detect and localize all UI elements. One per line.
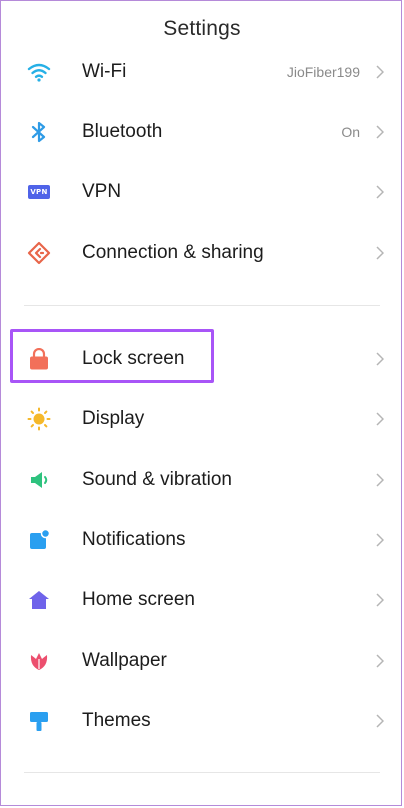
chevron-right-icon <box>374 124 386 140</box>
settings-item-label: Home screen <box>82 589 195 610</box>
settings-item-vpn[interactable]: VPN VPN <box>0 164 404 220</box>
chevron-right-icon <box>374 653 386 669</box>
chevron-right-icon <box>374 472 386 488</box>
settings-item-themes[interactable]: Themes <box>0 693 404 749</box>
notification-icon <box>26 527 52 553</box>
settings-item-label: Wi-Fi <box>82 61 127 82</box>
lock-screen-highlight-box <box>10 329 214 383</box>
section-divider <box>24 305 380 306</box>
settings-item-display[interactable]: Display <box>0 391 404 447</box>
wifi-network-name: JioFiber199 <box>286 64 360 80</box>
settings-item-wifi[interactable]: Wi-Fi JioFiber199 <box>0 44 404 100</box>
settings-item-connection-sharing[interactable]: Connection & sharing <box>0 225 404 281</box>
settings-item-label: Display <box>82 408 145 429</box>
settings-item-label: Bluetooth <box>82 121 163 142</box>
chevron-right-icon <box>374 184 386 200</box>
home-icon <box>26 587 52 613</box>
connection-sharing-icon <box>26 240 52 266</box>
settings-item-bluetooth[interactable]: Bluetooth On <box>0 104 404 160</box>
page-title: Settings <box>163 17 241 40</box>
bluetooth-status: On <box>341 124 360 140</box>
settings-item-label: Themes <box>82 710 151 731</box>
bluetooth-icon <box>26 119 52 145</box>
chevron-right-icon <box>374 351 386 367</box>
settings-item-label: Sound & vibration <box>82 469 232 490</box>
settings-item-notifications[interactable]: Notifications <box>0 512 404 568</box>
tulip-icon <box>26 648 52 674</box>
settings-item-label: Connection & sharing <box>82 242 264 263</box>
section-divider <box>24 772 380 773</box>
chevron-right-icon <box>374 245 386 261</box>
settings-item-label: Wallpaper <box>82 650 167 671</box>
chevron-right-icon <box>374 713 386 729</box>
chevron-right-icon <box>374 592 386 608</box>
wifi-icon <box>26 59 52 85</box>
sun-icon <box>26 406 52 432</box>
settings-item-home-screen[interactable]: Home screen <box>0 572 404 628</box>
settings-item-sound-vibration[interactable]: Sound & vibration <box>0 452 404 508</box>
speaker-icon <box>26 467 52 493</box>
vpn-icon: VPN <box>26 179 52 205</box>
chevron-right-icon <box>374 532 386 548</box>
settings-item-label: VPN <box>82 181 122 202</box>
brush-icon <box>26 708 52 734</box>
chevron-right-icon <box>374 411 386 427</box>
chevron-right-icon <box>374 64 386 80</box>
settings-item-wallpaper[interactable]: Wallpaper <box>0 633 404 689</box>
settings-item-label: Notifications <box>82 529 186 550</box>
vpn-badge-text: VPN <box>28 185 50 199</box>
